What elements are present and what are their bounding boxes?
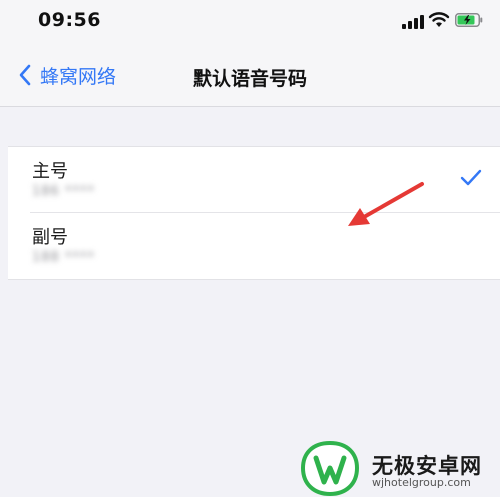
page-title: 默认语音号码 bbox=[192, 68, 307, 90]
phone-number: 188 **** bbox=[32, 250, 95, 265]
watermark-logo-icon bbox=[300, 440, 360, 497]
watermark-url: wjhotelgroup.com bbox=[372, 476, 471, 489]
navigation-bar: 蜂窝网络 默认语音号码 bbox=[0, 44, 500, 107]
annotation-arrow-icon bbox=[348, 182, 424, 226]
phone-number: 186 **** bbox=[32, 184, 95, 199]
option-label: 副号 bbox=[32, 227, 68, 248]
status-bar: 09:56 bbox=[0, 0, 500, 44]
wifi-icon bbox=[428, 12, 450, 27]
watermark: 无极安卓网 wjhotelgroup.com bbox=[300, 440, 500, 497]
checkmark-icon bbox=[460, 169, 482, 186]
battery-charging-icon bbox=[455, 13, 483, 27]
option-label: 主号 bbox=[32, 161, 68, 182]
status-time: 09:56 bbox=[38, 9, 101, 31]
cellular-signal-icon bbox=[402, 15, 424, 29]
